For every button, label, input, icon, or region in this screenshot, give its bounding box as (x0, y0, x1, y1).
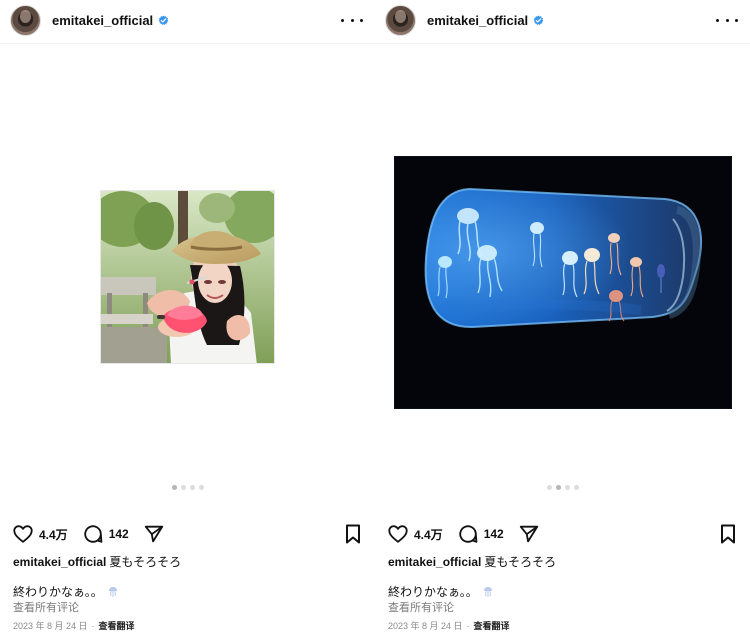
instagram-post-pair: emitakei_official 4.4万 142 emitakei_offi… (0, 0, 750, 643)
post-media[interactable] (375, 44, 750, 507)
account-username[interactable]: emitakei_official (427, 13, 528, 28)
heart-icon[interactable] (12, 523, 34, 545)
post-header: emitakei_official (0, 0, 375, 40)
avatar[interactable] (10, 4, 41, 36)
caption-line-2: 終わりかなぁ。。 (388, 585, 494, 599)
photo-frame (394, 156, 732, 409)
carousel-indicator (0, 485, 375, 490)
send-icon[interactable] (143, 523, 165, 545)
carousel-dot (198, 485, 204, 490)
caption-text-2: 終わりかなぁ。。 (13, 585, 103, 599)
jellyfish-icon (483, 587, 492, 597)
caption-line-1: emitakei_official 夏もそろそろ (388, 555, 556, 569)
account-username[interactable]: emitakei_official (52, 13, 153, 28)
post-actions: 4.4万 142 (0, 521, 375, 547)
caption-username[interactable]: emitakei_official (13, 555, 106, 569)
more-options-icon[interactable] (716, 13, 738, 27)
post-meta: 2023 年 8 月 24 日 · 查看翻译 (388, 621, 510, 632)
post-date: 2023 年 8 月 24 日 (13, 621, 88, 631)
comment-count: 142 (483, 527, 504, 541)
comment-icon[interactable] (457, 523, 479, 545)
meta-separator: · (466, 621, 470, 631)
caption-text-2: 終わりかなぁ。。 (388, 585, 478, 599)
carousel-dot (564, 485, 570, 490)
view-all-comments-link[interactable]: 查看所有评论 (388, 602, 454, 615)
send-icon[interactable] (518, 523, 540, 545)
post-actions: 4.4万 142 (375, 521, 750, 547)
like-action[interactable]: 4.4万 (387, 523, 443, 545)
caption-line-2: 終わりかなぁ。。 (13, 585, 119, 599)
carousel-dot (573, 485, 579, 490)
caption-text-1: 夏もそろそろ (484, 555, 557, 569)
carousel-dot (180, 485, 186, 490)
heart-icon[interactable] (387, 523, 409, 545)
carousel-dot-active (555, 485, 561, 490)
caption-username[interactable]: emitakei_official (388, 555, 481, 569)
view-all-comments-link[interactable]: 查看所有评论 (13, 602, 79, 615)
carousel-indicator (375, 485, 750, 490)
share-action[interactable] (518, 523, 540, 545)
translate-link[interactable]: 查看翻译 (99, 621, 135, 631)
verified-badge-icon (158, 14, 169, 25)
like-count: 4.4万 (39, 527, 68, 542)
verified-badge-icon (533, 14, 544, 25)
carousel-dot (189, 485, 195, 490)
woman-eating-shaved-ice-photo (101, 191, 274, 363)
comment-action[interactable]: 142 (82, 523, 129, 545)
post-left: emitakei_official 4.4万 142 emitakei_offi… (0, 0, 375, 643)
carousel-dot (546, 485, 552, 490)
share-action[interactable] (143, 523, 165, 545)
photo-frame (100, 190, 275, 364)
post-media[interactable] (0, 44, 375, 507)
jellyfish-aquarium-photo (395, 157, 731, 408)
avatar[interactable] (385, 4, 416, 36)
post-header: emitakei_official (375, 0, 750, 40)
post-right: emitakei_official 4.4万 142 emitakei_offi… (375, 0, 750, 643)
meta-separator: · (91, 621, 95, 631)
post-meta: 2023 年 8 月 24 日 · 查看翻译 (13, 621, 135, 632)
like-count: 4.4万 (414, 527, 443, 542)
post-date: 2023 年 8 月 24 日 (388, 621, 463, 631)
more-options-icon[interactable] (341, 13, 363, 27)
translate-link[interactable]: 查看翻译 (474, 621, 510, 631)
comment-icon[interactable] (82, 523, 104, 545)
like-action[interactable]: 4.4万 (12, 523, 68, 545)
comment-count: 142 (108, 527, 129, 541)
bookmark-icon[interactable] (343, 523, 363, 545)
caption-text-1: 夏もそろそろ (109, 555, 182, 569)
carousel-dot-active (171, 485, 177, 490)
caption-line-1: emitakei_official 夏もそろそろ (13, 555, 181, 569)
jellyfish-icon (108, 587, 117, 597)
bookmark-icon[interactable] (718, 523, 738, 545)
comment-action[interactable]: 142 (457, 523, 504, 545)
